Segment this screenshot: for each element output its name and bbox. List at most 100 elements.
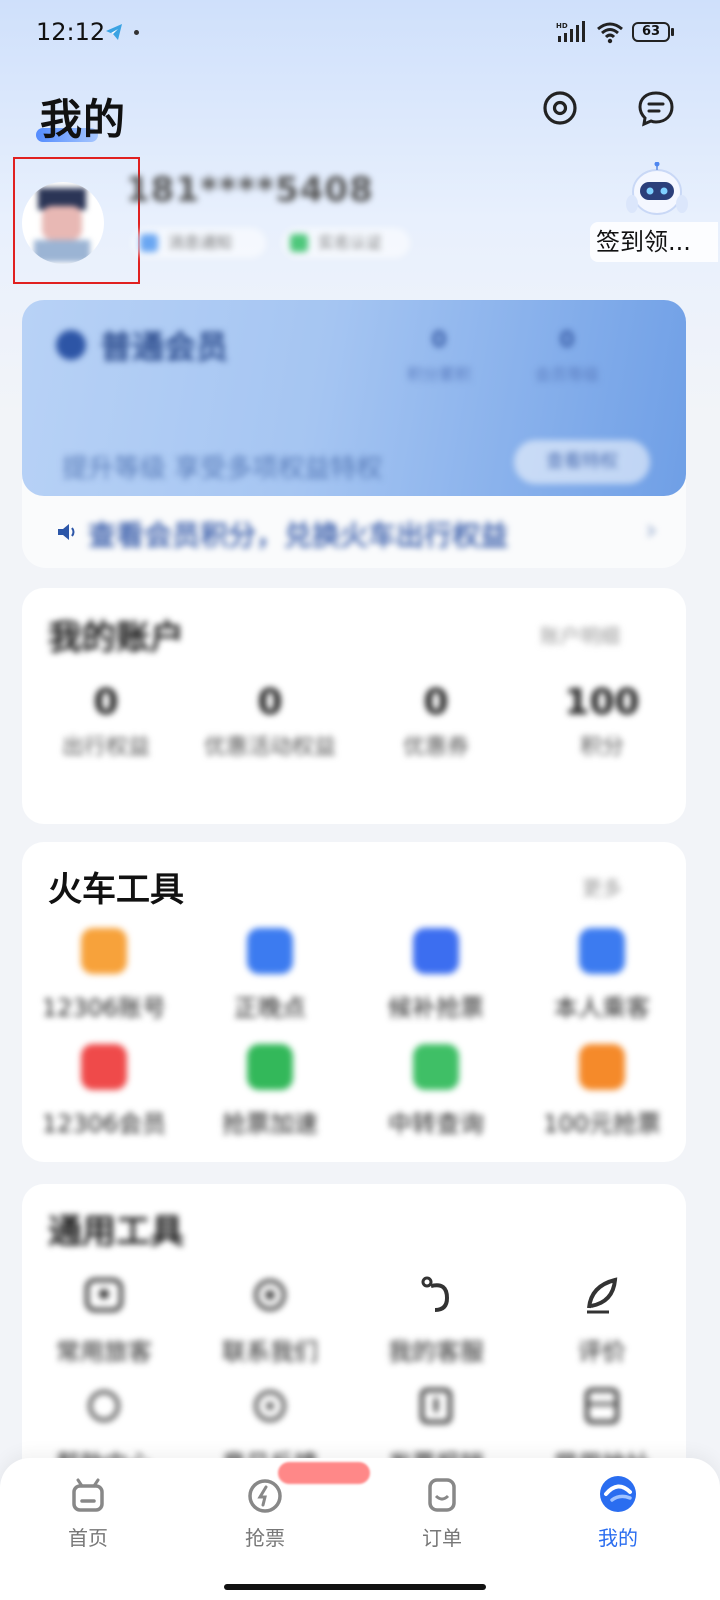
tool-transfer[interactable]: 中转查询 [356,1044,516,1139]
tool-label: 中转查询 [388,1110,484,1138]
account-item-value: 0 [257,682,283,723]
tool-label: 正晚点 [234,994,306,1022]
nav-label: 抢票 [245,1526,285,1550]
nav-mine[interactable]: 我的 [558,1474,678,1551]
member-title: 普通会员 [100,328,229,366]
tool-12306-vip[interactable]: 12306会员 [24,1044,184,1139]
notification-dot-icon [134,30,139,35]
tool-delay[interactable]: 正晚点 [190,928,350,1023]
member-description: 提升等级 享受多项权益特权 [62,454,383,484]
transfer-icon [413,1044,459,1090]
chevron-right-icon [647,525,656,537]
member-benefits-button[interactable]: 查看特权 [514,440,650,484]
member-stat-value: 0 [559,328,575,353]
tool-label: 常用旅客 [56,1338,152,1366]
account-item[interactable]: 0 优惠活动权益 [190,682,350,761]
nav-orders[interactable]: 订单 [382,1474,502,1551]
status-time: 12:12 [36,18,106,46]
tool-passenger[interactable]: 本人乘客 [522,928,682,1023]
support-icon [421,1276,450,1312]
member-stat[interactable]: 0 积分累积 [384,328,494,385]
clock-icon [247,928,293,974]
settings-icon[interactable] [540,88,580,128]
tool-support[interactable]: 我的客服 [356,1272,516,1367]
telegram-icon [106,24,122,40]
profile-active-icon [600,1476,636,1512]
speaker-icon [58,524,75,540]
order-icon [428,1478,456,1512]
account-item-label: 优惠券 [402,735,469,760]
settings-icon [254,1390,286,1422]
notify-icon [140,234,158,252]
profile-tag-verified[interactable]: 实名认证 [282,228,410,258]
alert-icon [413,928,459,974]
account-item-value: 0 [423,682,449,723]
speed-icon [247,1044,293,1090]
vip-icon [81,1044,127,1090]
tool-label: 12306账号 [41,994,167,1022]
tool-label: 100元抢票 [543,1110,661,1138]
profile-tag-notify[interactable]: 消息通知 [132,228,266,258]
svg-text:HD: HD [556,22,568,30]
avatar[interactable] [22,182,104,264]
account-item[interactable]: 0 出行权益 [26,682,186,761]
nav-grab-ticket[interactable]: 抢票 [205,1474,325,1551]
wifi-icon [597,22,623,44]
tool-label: 本人乘客 [554,994,650,1022]
home-indicator[interactable] [224,1584,486,1590]
battery-level: 63 [641,24,661,39]
account-item-label: 优惠活动权益 [203,735,336,760]
profile-tag-label: 消息通知 [168,233,233,252]
avatar-photo-icon [34,188,90,262]
page-title: 我的 [40,95,127,144]
member-stat-label: 会员等级 [534,365,599,384]
ticket-icon [579,1044,625,1090]
member-stat-value: 0 [431,328,447,353]
tool-12306-account[interactable]: 12306账号 [24,928,184,1023]
invoice-icon [420,1388,452,1424]
train-tools-more-link[interactable]: 更多 [582,872,622,901]
member-notice[interactable]: 查看会员积分，兑换火车出行权益 [88,514,508,554]
address-icon [585,1388,619,1424]
tool-contacts[interactable]: 常用旅客 [24,1272,184,1367]
tool-feedback[interactable]: 评价 [522,1272,682,1367]
member-badge-icon [56,330,86,360]
nav-label: 我的 [598,1526,638,1550]
account-item-label: 积分 [579,735,624,760]
home-icon [72,1478,104,1512]
tool-contact-us[interactable]: 联系我们 [190,1272,350,1367]
member-stat[interactable]: 0 会员等级 [512,328,622,385]
contact-icon [85,1278,123,1312]
nav-label: 首页 [68,1526,108,1550]
help-icon [88,1390,120,1422]
signal-icon: HD [556,21,585,42]
nav-home[interactable]: 首页 [28,1474,148,1551]
lightning-icon [248,1479,282,1513]
message-icon[interactable] [636,88,676,128]
tool-label: 12306会员 [41,1110,167,1138]
tool-label: 联系我们 [222,1338,318,1366]
account-item-label: 出行权益 [61,735,150,760]
account-item[interactable]: 0 优惠券 [356,682,516,761]
account-detail-link[interactable]: 账户明细 [540,620,620,649]
tool-waitlist[interactable]: 候补抢票 [356,928,516,1023]
account-item-value: 0 [93,682,119,723]
member-stat-label: 积分累积 [406,365,471,384]
tool-speed[interactable]: 抢票加速 [190,1044,350,1139]
tool-label: 候补抢票 [388,994,484,1022]
train-icon [81,928,127,974]
account-item[interactable]: 100 积分 [522,682,682,761]
common-tools-title: 通用工具 [48,1212,184,1252]
tool-100-ticket[interactable]: 100元抢票 [522,1044,682,1139]
account-item-value: 100 [564,682,640,723]
tool-label: 抢票加速 [222,1110,318,1138]
signin-button[interactable]: 签到领... [590,222,718,262]
user-phone: 181****5408 [126,170,374,210]
service-icon [254,1279,286,1311]
nav-label: 订单 [422,1526,462,1550]
feedback-icon [587,1277,618,1314]
account-title: 我的账户 [48,618,184,658]
verified-icon [290,234,308,252]
robot-mascot-icon[interactable] [622,162,692,228]
tool-label: 评价 [578,1338,626,1366]
